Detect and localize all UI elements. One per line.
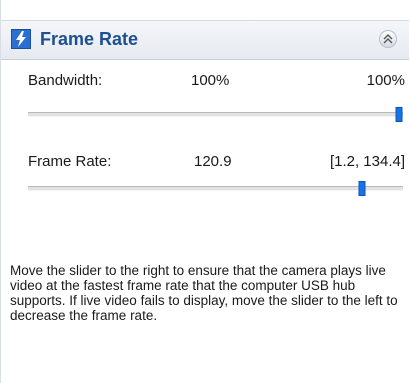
panel-header[interactable]: Frame Rate	[1, 20, 409, 60]
description-text: Move the slider to the right to ensure t…	[10, 263, 398, 323]
double-chevron-up-icon[interactable]	[379, 30, 397, 48]
frame-rate-slider-track[interactable]	[28, 186, 403, 191]
frame-rate-panel: Frame Rate Bandwidth: 100% 100% Frame Ra…	[0, 0, 410, 383]
frame-rate-label: Frame Rate:	[28, 153, 112, 170]
bandwidth-range: 100%	[366, 72, 405, 89]
bandwidth-slider-track[interactable]	[28, 112, 403, 117]
bandwidth-value: 100%	[191, 72, 230, 89]
bandwidth-slider[interactable]	[28, 107, 403, 122]
panel-title: Frame Rate	[40, 29, 139, 49]
bandwidth-slider-thumb[interactable]	[395, 107, 403, 122]
frame-rate-slider-thumb[interactable]	[358, 181, 366, 196]
bandwidth-label: Bandwidth:	[28, 72, 103, 89]
lightning-icon	[11, 29, 31, 49]
frame-rate-range: [1.2, 134.4]	[329, 153, 405, 170]
frame-rate-slider[interactable]	[28, 181, 403, 196]
frame-rate-value: 120.9	[194, 153, 232, 170]
